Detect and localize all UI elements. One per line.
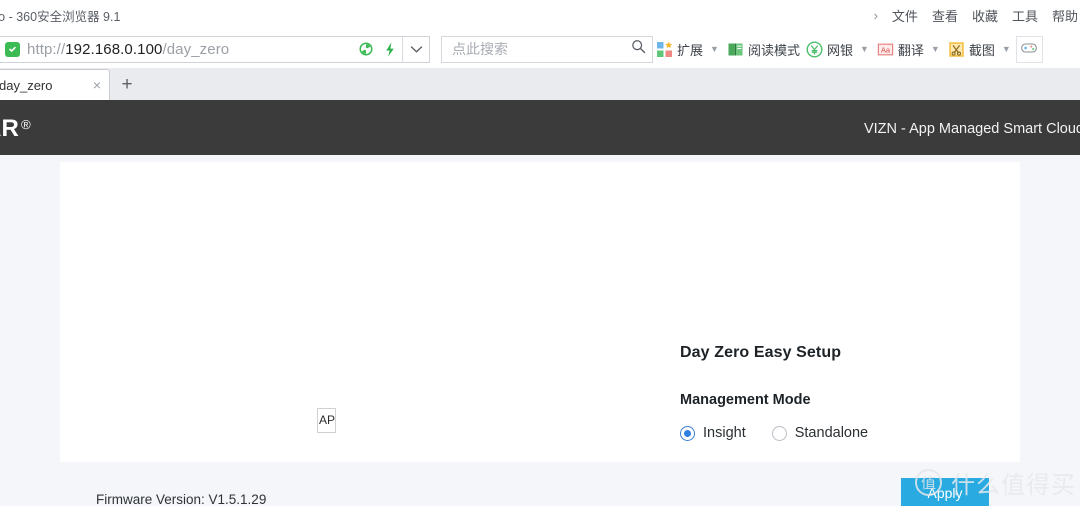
toolbar-button-screenshot[interactable]: 截图 ▼ (945, 36, 1016, 63)
menu-item-help[interactable]: 帮助 (1052, 6, 1078, 25)
chevron-down-icon[interactable]: ▼ (931, 44, 940, 54)
chevron-down-icon[interactable] (403, 37, 429, 62)
firmware-version-text: Firmware Version: V1.5.1.29 (96, 492, 267, 506)
search-placeholder: 点此搜索 (452, 41, 508, 57)
menu-item-file[interactable]: 文件 (892, 6, 918, 25)
web-page-viewport: AR® VIZN - App Managed Smart Cloud AP Fi… (0, 102, 1080, 506)
url-text: http://192.168.0.100/day_zero (27, 41, 229, 58)
address-bar[interactable]: http://192.168.0.100/day_zero (0, 35, 430, 63)
reading-book-icon (727, 41, 744, 58)
toolbar-label-screenshot: 截图 (968, 42, 995, 58)
ap-device-image: AP (317, 408, 336, 433)
compass-icon[interactable] (354, 37, 378, 62)
window-title: ro - 360安全浏览器 9.1 (0, 9, 121, 24)
radio-label-insight: Insight (703, 425, 746, 441)
chevron-right-icon[interactable]: › (874, 8, 878, 23)
toolbar-button-extensions[interactable]: 扩展 ▼ (653, 36, 724, 63)
toolbar-label-online-banking: 网银 (826, 42, 853, 58)
search-input[interactable]: 点此搜索 (441, 35, 653, 63)
shield-check-icon (5, 41, 20, 57)
chevron-down-icon[interactable]: ▼ (860, 44, 869, 54)
radio-option-standalone[interactable]: Standalone (771, 425, 869, 441)
chevron-down-icon[interactable]: ▼ (710, 44, 719, 54)
toolbar-label-extensions: 扩展 (677, 42, 704, 58)
app-header: AR® VIZN - App Managed Smart Cloud (0, 102, 1080, 155)
management-mode-label: Management Mode (680, 392, 811, 408)
browser-toolbar: http://192.168.0.100/day_zero 点此搜索 扩展 ▼ … (0, 30, 1080, 68)
tab-strip: day_zero × + (0, 68, 1080, 102)
radio-indicator-standalone[interactable] (771, 425, 787, 441)
setup-card: AP Firmware Version: V1.5.1.29 Day Zero … (60, 162, 1020, 506)
svg-text:Aa: Aa (881, 45, 891, 54)
toolbar-button-reading-mode[interactable]: 阅读模式 (724, 36, 803, 63)
toolbar-button-translate[interactable]: Aa 翻译 ▼ (874, 36, 945, 63)
radio-indicator-insight[interactable] (680, 425, 695, 441)
url-scheme: http:// (27, 40, 66, 58)
address-bar-actions (354, 36, 429, 62)
bank-shield-icon (806, 40, 823, 58)
toolbar-label-reading-mode: 阅读模式 (747, 42, 800, 58)
titlebar-menu-bar: › 文件 查看 收藏 工具 帮助 (874, 0, 1080, 30)
url-host: 192.168.0.100 (65, 40, 163, 58)
watermark-text: 什么值得买 (951, 472, 1076, 499)
url-path: /day_zero (162, 40, 230, 58)
setup-form: Day Zero Easy Setup Management Mode Insi… (680, 344, 1010, 441)
tab-title: day_zero (0, 77, 53, 93)
close-icon[interactable]: × (87, 77, 101, 93)
radio-label-standalone: Standalone (794, 425, 869, 441)
app-header-subtitle: VIZN - App Managed Smart Cloud (863, 120, 1080, 137)
brand-logo: AR® (0, 115, 31, 143)
page-title: Day Zero Easy Setup (680, 344, 842, 361)
radio-option-insight[interactable]: Insight (680, 425, 746, 441)
menu-item-favorites[interactable]: 收藏 (972, 6, 998, 25)
game-controller-icon (1020, 41, 1038, 58)
toolbar-button-online-banking[interactable]: 网银 ▼ (803, 36, 874, 63)
translate-aa-icon: Aa (877, 41, 894, 58)
management-mode-radio-group: Insight Standalone (680, 425, 1010, 441)
extensions-grid-icon (656, 41, 673, 58)
search-icon[interactable] (631, 39, 646, 59)
brand-text: AR (0, 114, 20, 142)
toolbar-button-games[interactable] (1015, 35, 1043, 63)
lightning-icon[interactable] (378, 37, 402, 62)
smzdm-logo-icon: 值 (915, 469, 942, 496)
registered-mark-icon: ® (21, 116, 31, 132)
toolbar-label-translate: 翻译 (897, 42, 924, 58)
menu-item-view[interactable]: 查看 (932, 6, 958, 25)
watermark: 值 什么值得买 (915, 465, 1076, 500)
tab-day-zero[interactable]: day_zero × (0, 69, 110, 100)
menu-item-tools[interactable]: 工具 (1012, 6, 1038, 25)
new-tab-button[interactable]: + (110, 69, 144, 100)
browser-titlebar: ro - 360安全浏览器 9.1 › 文件 查看 收藏 工具 帮助 (0, 0, 1080, 30)
chevron-down-icon[interactable]: ▼ (1002, 44, 1011, 54)
screenshot-scissors-icon (948, 41, 965, 58)
